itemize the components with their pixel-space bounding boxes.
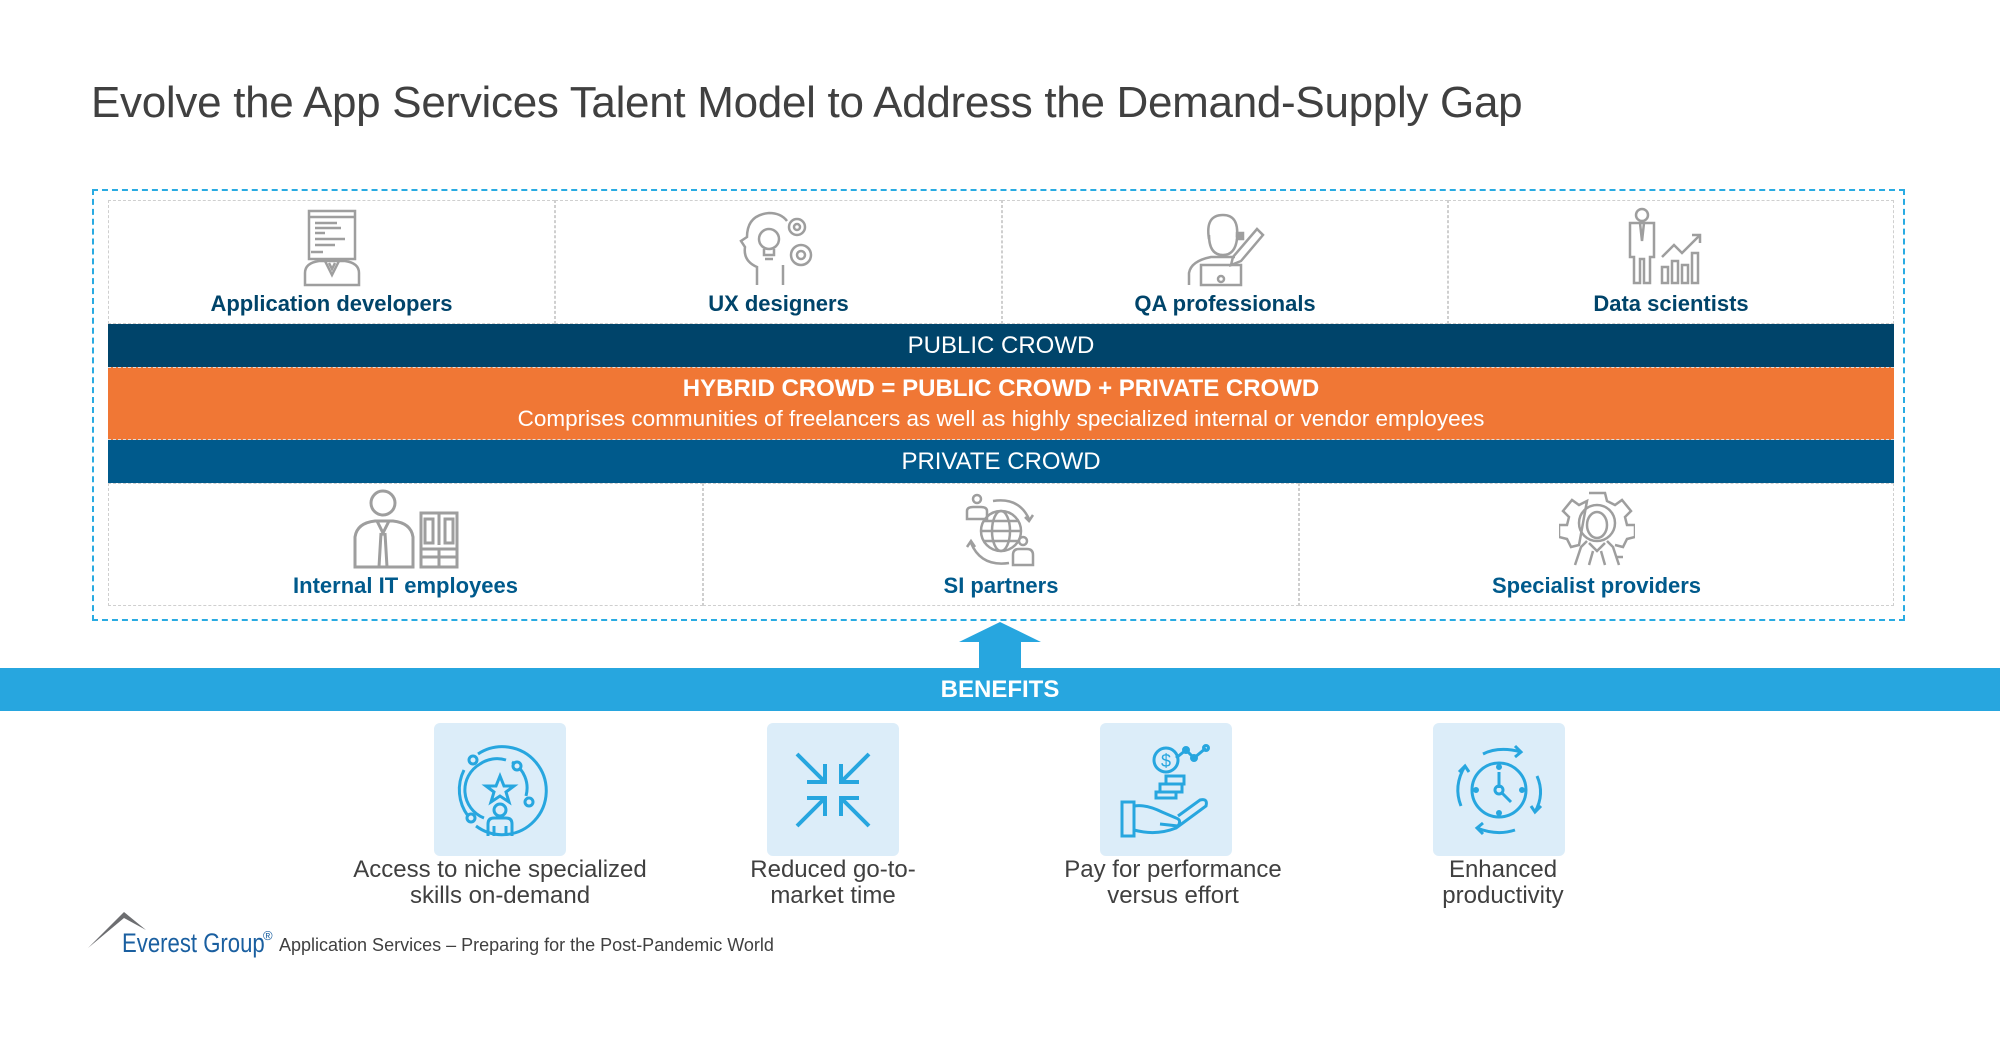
registered-mark: ® [263, 928, 273, 943]
hybrid-crowd-description: Comprises communities of freelancers as … [517, 406, 1485, 431]
clock-cycle-icon [1456, 744, 1543, 835]
benefit-label: Enhanced productivity [1323, 857, 1683, 909]
role-label: Data scientists [1593, 291, 1749, 316]
benefit-label-line: productivity [1442, 882, 1564, 909]
benefit-tile-niche-skills [434, 723, 566, 856]
it-employee-icon [353, 489, 458, 569]
payment-hand-icon: $ [1120, 743, 1210, 837]
footer-subtitle: Application Services – Preparing for the… [279, 935, 774, 955]
role-label: QA professionals [1134, 291, 1316, 316]
global-partners-icon [965, 493, 1035, 567]
up-arrow-icon [959, 622, 1041, 668]
role-cell-qa-professionals: QA professionals [1002, 200, 1448, 324]
hybrid-crowd-band: HYBRID CROWD = PUBLIC CROWD + PRIVATE CR… [108, 367, 1894, 440]
private-crowd-band: PRIVATE CROWD [108, 440, 1894, 483]
hybrid-crowd-title: HYBRID CROWD = PUBLIC CROWD + PRIVATE CR… [682, 375, 1320, 402]
public-crowd-band: PUBLIC CROWD [108, 324, 1894, 367]
benefit-label-line: Access to niche specialized [353, 856, 647, 883]
benefit-label-line: versus effort [1107, 882, 1239, 909]
benefit-tile-time-to-market [767, 723, 899, 856]
role-label: Specialist providers [1491, 573, 1702, 598]
role-cell-si-partners: SI partners [703, 483, 1299, 606]
role-label: UX designers [708, 291, 849, 316]
everest-group-logo: Everest Group [122, 928, 265, 958]
benefit-tile-pay-performance: $ [1100, 723, 1232, 856]
benefit-label-line: Pay for performance [1064, 856, 1282, 883]
ux-designer-icon [738, 211, 812, 285]
benefit-label: Reduced go-to- market time [653, 857, 1013, 909]
data-scientist-icon [1628, 207, 1702, 285]
page-title: Evolve the App Services Talent Model to … [91, 78, 1523, 127]
benefit-label-line: skills on-demand [409, 882, 591, 909]
compress-arrows-icon [795, 752, 871, 827]
role-label: SI partners [943, 573, 1059, 598]
role-cell-data-scientists: Data scientists [1448, 200, 1894, 324]
role-cell-specialist-providers: Specialist providers [1299, 483, 1894, 606]
benefit-label-line: Enhanced [1448, 856, 1558, 883]
specialist-gear-icon [1558, 491, 1635, 566]
developer-icon [303, 209, 360, 287]
benefit-tile-productivity [1433, 723, 1565, 856]
benefits-bar: BENEFITS [0, 668, 2000, 711]
role-cell-internal-it: Internal IT employees [108, 483, 703, 606]
svg-text:$: $ [1161, 751, 1171, 771]
benefit-label: Pay for performance versus effort [993, 857, 1353, 909]
benefit-label: Access to niche specialized skills on-de… [320, 857, 680, 909]
role-label: Internal IT employees [293, 573, 518, 598]
talent-star-icon [457, 744, 548, 836]
role-cell-ux-designers: UX designers [555, 200, 1002, 324]
benefit-label-line: market time [770, 882, 896, 909]
benefit-label-line: Reduced go-to- [750, 856, 916, 883]
qa-professional-icon [1187, 213, 1265, 287]
role-label: Application developers [210, 291, 453, 316]
role-cell-application-developers: Application developers [108, 200, 555, 324]
